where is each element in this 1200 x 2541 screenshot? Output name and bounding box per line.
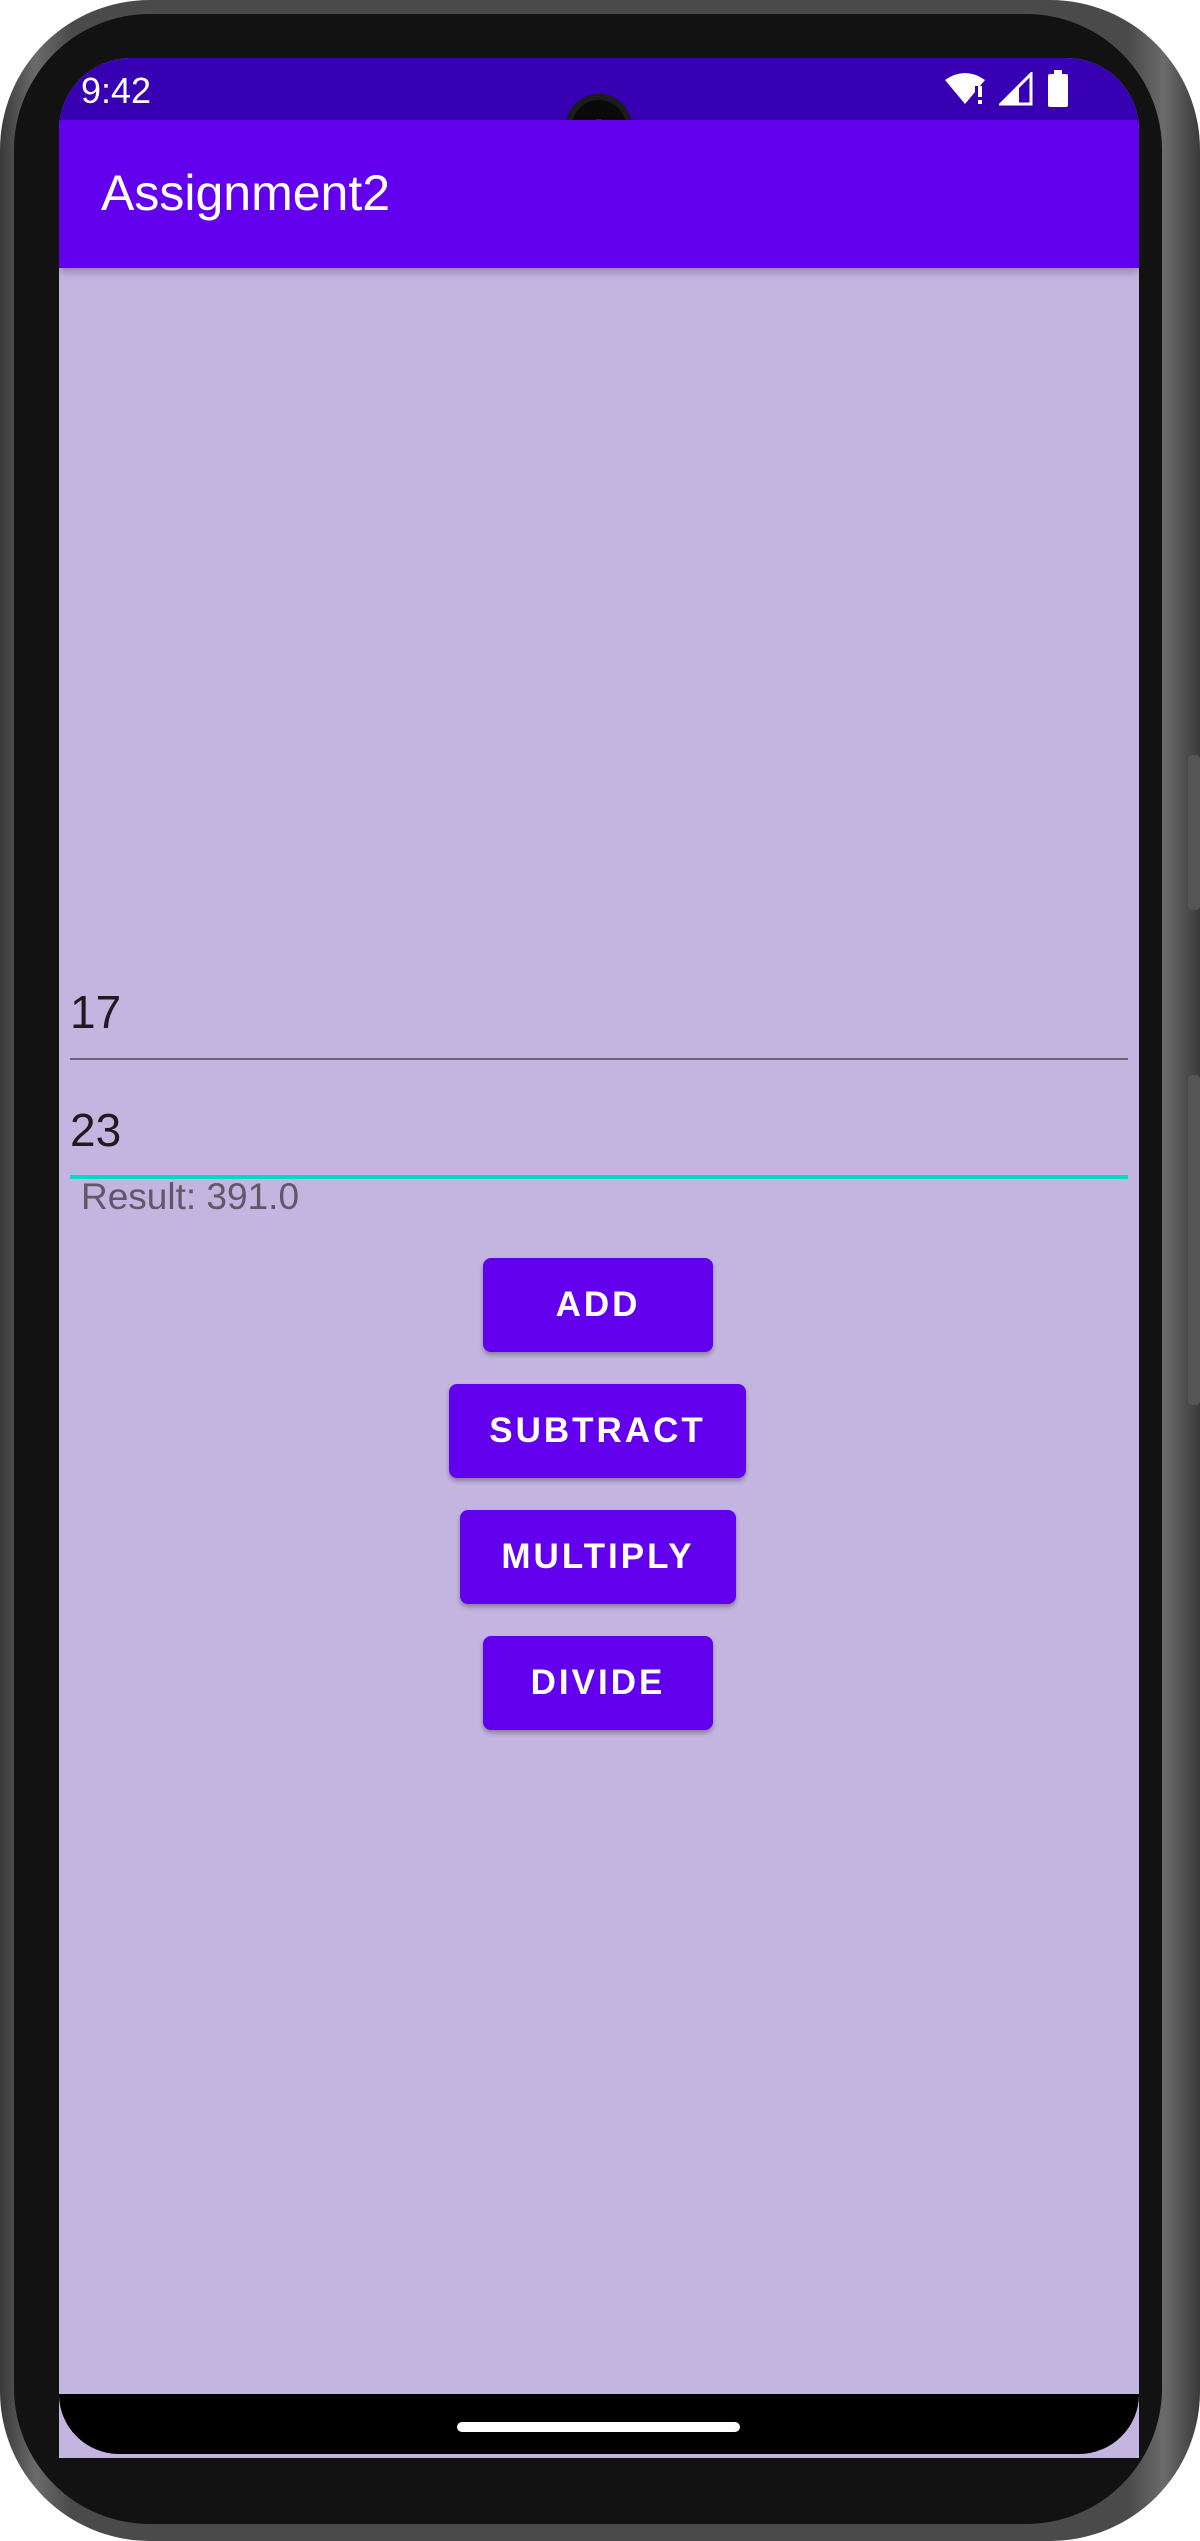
home-gesture-handle[interactable] bbox=[457, 2422, 740, 2432]
subtract-button[interactable]: SUBTRACT bbox=[449, 1384, 746, 1478]
status-time: 9:42 bbox=[81, 70, 152, 111]
add-button[interactable]: ADD bbox=[483, 1258, 713, 1352]
volume-button bbox=[1188, 755, 1200, 910]
screen: 9:42 Assignment2 Result: 391.0 ADD S bbox=[59, 58, 1139, 2458]
result-label: Result: 391.0 bbox=[81, 1176, 300, 1217]
power-button bbox=[1188, 1075, 1200, 1405]
status-icons bbox=[945, 69, 1069, 109]
first-number-input[interactable] bbox=[70, 972, 1128, 1052]
battery-icon bbox=[1048, 70, 1068, 107]
app-title: Assignment2 bbox=[101, 165, 391, 221]
wifi-icon bbox=[945, 73, 985, 104]
first-number-underline bbox=[70, 1058, 1128, 1060]
multiply-button[interactable]: MULTIPLY bbox=[460, 1510, 736, 1604]
app-bar: Assignment2 bbox=[59, 120, 1139, 268]
navigation-bar bbox=[59, 2394, 1139, 2454]
second-number-input[interactable] bbox=[70, 1090, 1128, 1170]
divide-button[interactable]: DIVIDE bbox=[483, 1636, 713, 1730]
signal-icon bbox=[999, 72, 1033, 106]
